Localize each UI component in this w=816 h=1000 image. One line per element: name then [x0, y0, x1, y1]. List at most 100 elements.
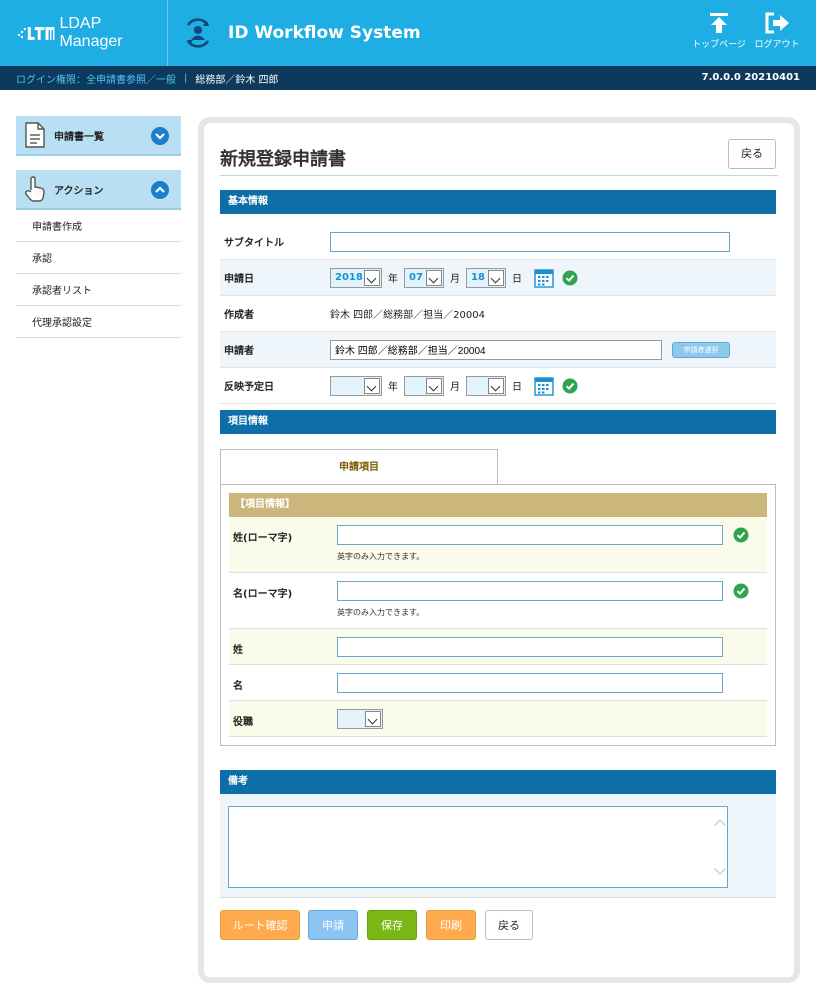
calendar-icon[interactable] [534, 268, 554, 288]
year-unit: 年 [388, 382, 398, 393]
applicant-label: 申請者 [224, 346, 254, 357]
apply-year-select[interactable]: 2018 [330, 267, 382, 288]
first-name-roman-row: 名(ローマ字) 英字のみ入力できます。 [229, 573, 767, 629]
sidebar-application-list[interactable]: 申請書一覧 [16, 116, 181, 156]
reflect-month-select[interactable] [404, 375, 444, 396]
applicant-input[interactable] [330, 339, 662, 360]
login-permission: ログイン権限：全申請書参照／一般 [16, 74, 176, 86]
sidebar: 申請書一覧 アクション 申請書作成 承認 承認者リスト 代理承認設定 [16, 116, 181, 338]
subtitle-row: サブタイトル [220, 224, 776, 260]
current-user: 総務部／鈴木 四郎 [195, 74, 279, 86]
last-name-roman-hint: 英字のみ入力できます。 [337, 552, 425, 561]
apply-button[interactable]: 申請 [308, 910, 358, 940]
sidebar-item-create[interactable]: 申請書作成 [16, 210, 181, 242]
year-unit: 年 [388, 274, 398, 285]
position-row: 役職 [229, 701, 767, 737]
workflow-icon [186, 18, 210, 48]
reflect-date-row: 反映予定日 年 月 日 [220, 368, 776, 404]
check-circle-icon [733, 527, 749, 543]
chevron-down-icon [364, 269, 380, 286]
ltm-logo-icon [17, 27, 55, 40]
top-page-label: トップページ [692, 40, 746, 50]
check-circle-icon [562, 378, 578, 393]
sidebar-item-approve[interactable]: 承認 [16, 242, 181, 274]
remarks-header: 備考 [220, 770, 776, 794]
basic-info-header: 基本情報 [220, 190, 776, 214]
tab-application-items[interactable]: 申請項目 [220, 449, 498, 485]
item-box-header: 【項目情報】 [229, 493, 767, 517]
sidebar-item-proxy-approval[interactable]: 代理承認設定 [16, 306, 181, 338]
chevron-down-icon [426, 269, 442, 286]
last-name-input[interactable] [337, 637, 723, 657]
reflect-date-label: 反映予定日 [224, 382, 274, 393]
scroll-down-icon[interactable] [714, 863, 726, 875]
apply-day-select[interactable]: 18 [466, 267, 506, 288]
position-select[interactable] [337, 709, 383, 729]
remarks-area [220, 794, 776, 898]
sidebar-application-list-label: 申請書一覧 [54, 131, 104, 143]
back-button-top[interactable]: 戻る [728, 139, 776, 169]
check-circle-icon [562, 270, 578, 285]
chevron-down-icon [426, 377, 442, 394]
chevron-down-icon [488, 377, 504, 394]
sidebar-item-approver-list[interactable]: 承認者リスト [16, 274, 181, 306]
print-button[interactable]: 印刷 [426, 910, 476, 940]
first-name-roman-input[interactable] [337, 581, 723, 601]
author-value: 鈴木 四郎／総務部／担当／20004 [330, 310, 485, 321]
last-name-label: 姓 [233, 645, 243, 656]
title-divider [220, 175, 778, 176]
chevron-down-icon [488, 269, 504, 286]
subtitle-label: サブタイトル [224, 238, 284, 249]
last-name-roman-row: 姓(ローマ字) 英字のみ入力できます。 [229, 517, 767, 573]
version-label: 7.0.0.0 20210401 [701, 72, 800, 83]
sidebar-action-label: アクション [54, 185, 104, 197]
last-name-row: 姓 [229, 629, 767, 665]
applicant-select-button[interactable]: 申請者選択 [672, 341, 730, 358]
first-name-label: 名 [233, 681, 243, 692]
item-tab-panel: 【項目情報】 姓(ローマ字) 英字のみ入力できます。 名(ローマ字) 英字のみ入… [220, 484, 776, 746]
system-title-area: ID Workflow System [180, 0, 421, 66]
brand[interactable]: LDAP Manager [0, 0, 168, 66]
page-title: 新規登録申請書 [220, 149, 346, 170]
day-unit: 日 [512, 382, 522, 393]
logout-button[interactable]: ログアウト [749, 12, 805, 56]
top-page-button[interactable]: トップページ [691, 12, 747, 56]
chevron-down-icon [365, 711, 381, 727]
month-unit: 月 [450, 382, 460, 393]
hand-icon [24, 176, 45, 202]
first-name-roman-hint: 英字のみ入力できます。 [337, 608, 425, 617]
system-title: ID Workflow System [228, 23, 421, 43]
apply-month-select[interactable]: 07 [404, 267, 444, 288]
sidebar-action[interactable]: アクション [16, 170, 181, 210]
last-name-roman-input[interactable] [337, 525, 723, 545]
top-page-icon [710, 13, 728, 33]
save-button[interactable]: 保存 [367, 910, 417, 940]
author-row: 作成者 鈴木 四郎／総務部／担当／20004 [220, 296, 776, 332]
route-check-button[interactable]: ルート確認 [220, 910, 300, 940]
month-unit: 月 [450, 274, 460, 285]
first-name-row: 名 [229, 665, 767, 701]
document-icon [25, 122, 45, 148]
first-name-input[interactable] [337, 673, 723, 693]
logout-label: ログアウト [754, 40, 800, 50]
logout-icon [765, 12, 789, 34]
chevron-down-icon [151, 127, 169, 145]
chevron-down-icon [364, 377, 380, 394]
position-label: 役職 [233, 717, 253, 728]
remarks-textarea[interactable] [228, 806, 728, 888]
reflect-year-select[interactable] [330, 375, 382, 396]
separator: | [184, 72, 188, 84]
item-info-header: 項目情報 [220, 410, 776, 434]
apply-date-row: 申請日 2018 年 07 月 18 日 [220, 260, 776, 296]
calendar-icon[interactable] [534, 376, 554, 396]
main-panel: 新規登録申請書 戻る 基本情報 サブタイトル 申請日 2018 年 07 月 1… [198, 117, 800, 983]
first-name-roman-label: 名(ローマ字) [233, 589, 293, 600]
last-name-roman-label: 姓(ローマ字) [233, 533, 293, 544]
reflect-day-select[interactable] [466, 375, 506, 396]
day-unit: 日 [512, 274, 522, 285]
subtitle-input[interactable] [330, 231, 730, 252]
apply-date-label: 申請日 [224, 274, 254, 285]
back-button[interactable]: 戻る [485, 910, 533, 940]
status-bar: ログイン権限：全申請書参照／一般 | 総務部／鈴木 四郎 7.0.0.0 202… [0, 66, 816, 90]
scroll-up-icon[interactable] [714, 819, 726, 831]
